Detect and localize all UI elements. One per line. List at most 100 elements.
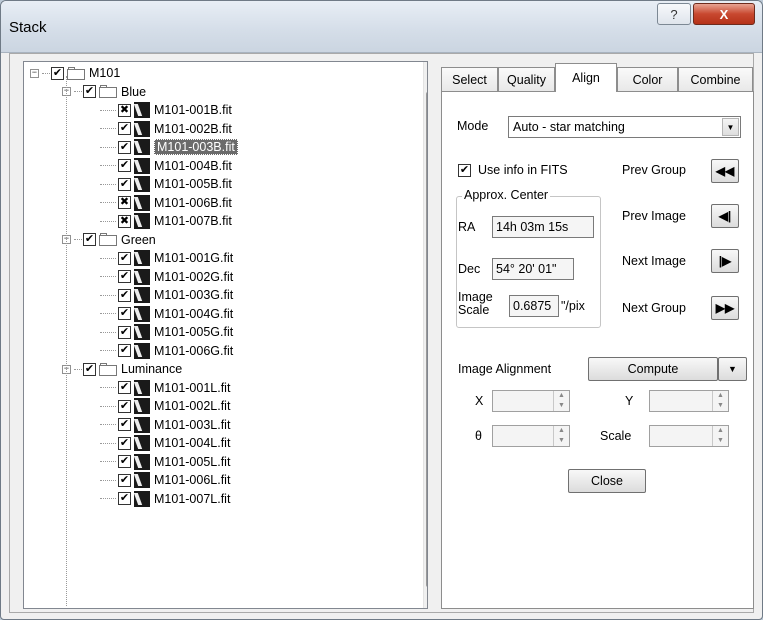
spinner-arrows-icon[interactable]: ▲ ▼ bbox=[553, 426, 569, 446]
scroll-up-arrow-icon[interactable]: ▲ bbox=[427, 66, 428, 76]
collapse-toggle-icon[interactable]: − bbox=[30, 68, 39, 78]
tree-node-file[interactable]: ✔ M101-005G.fit bbox=[100, 323, 233, 341]
file-tree[interactable]: − ✔ M101− ✔ Blue ✖ M101-001B.fit ✔ M101-002B.fit… bbox=[23, 61, 428, 609]
checked-checkbox[interactable]: ✔ bbox=[118, 455, 131, 468]
checked-checkbox[interactable]: ✔ bbox=[118, 288, 131, 302]
mode-select-value: Auto - star matching bbox=[513, 120, 625, 134]
group-label: Blue bbox=[121, 84, 147, 99]
checked-checkbox[interactable]: ✔ bbox=[83, 362, 96, 376]
theta-spinner[interactable]: ▲ ▼ bbox=[492, 425, 570, 447]
checked-checkbox[interactable]: ✔ bbox=[118, 140, 131, 154]
prev-group-button[interactable]: ◀◀ bbox=[711, 159, 739, 183]
folder-icon bbox=[99, 85, 117, 98]
chevron-down-icon: ▼ bbox=[728, 364, 737, 374]
checked-checkbox[interactable]: ✔ bbox=[118, 381, 131, 394]
checked-checkbox[interactable]: ✔ bbox=[118, 325, 131, 339]
step-back-icon: ◀| bbox=[718, 209, 732, 223]
spinner-arrows-icon[interactable]: ▲ ▼ bbox=[712, 391, 728, 411]
file-label: M101-002B.fit bbox=[154, 121, 232, 136]
tree-node-label: M101 bbox=[89, 66, 121, 80]
tab-combine[interactable]: Combine bbox=[678, 67, 753, 91]
checked-checkbox[interactable]: ✔ bbox=[83, 233, 96, 246]
tree-node-file[interactable]: ✔ M101-003G.fit bbox=[100, 286, 233, 304]
tree-node-file[interactable]: ✔ M101-001L.fit bbox=[100, 379, 230, 397]
checked-checkbox[interactable]: ✔ bbox=[118, 492, 131, 505]
scale-spinner[interactable]: ▲ ▼ bbox=[649, 425, 729, 447]
tree-node-file[interactable]: ✖ M101-001B.fit bbox=[100, 101, 232, 119]
tree-node-file[interactable]: ✔ M101-004B.fit bbox=[100, 157, 232, 175]
image-alignment-label: Image Alignment bbox=[458, 362, 552, 376]
tree-node-file[interactable]: ✔ M101-006L.fit bbox=[100, 471, 230, 489]
ra-field[interactable]: 14h 03m 15s bbox=[492, 216, 594, 238]
x-spinner[interactable]: ▲ ▼ bbox=[492, 390, 570, 412]
tree-node-group[interactable]: − ✔ Luminance bbox=[62, 360, 182, 378]
checked-checkbox[interactable]: ✔ bbox=[118, 270, 131, 283]
file-label: M101-006G.fit bbox=[154, 343, 234, 358]
tree-node-file[interactable]: ✔ M101-003B.fit bbox=[100, 138, 238, 156]
tree-node-file[interactable]: ✔ M101-003L.fit bbox=[100, 416, 230, 434]
excluded-checkbox[interactable]: ✖ bbox=[118, 103, 131, 117]
help-button[interactable]: ? bbox=[657, 3, 691, 25]
spinner-arrows-icon[interactable]: ▲ ▼ bbox=[712, 426, 728, 446]
file-label: M101-003B.fit bbox=[154, 139, 238, 155]
scale-field[interactable]: 0.6875 bbox=[509, 295, 559, 317]
checked-checkbox[interactable]: ✔ bbox=[118, 177, 131, 191]
checked-checkbox[interactable]: ✔ bbox=[51, 66, 64, 80]
dec-field[interactable]: 54° 20' 01" bbox=[492, 258, 574, 280]
excluded-checkbox[interactable]: ✖ bbox=[118, 214, 131, 228]
tree-node-file[interactable]: ✔ M101-001G.fit bbox=[100, 249, 233, 267]
mode-select[interactable]: Auto - star matching ▼ bbox=[508, 116, 741, 138]
file-label: M101-005B.fit bbox=[154, 177, 232, 191]
scroll-thumb[interactable] bbox=[426, 92, 427, 587]
checked-checkbox[interactable]: ✔ bbox=[118, 418, 131, 431]
tab-color[interactable]: Color bbox=[617, 67, 678, 91]
tree-node-file[interactable]: ✔ M101-004L.fit bbox=[100, 434, 230, 452]
tree-node-file[interactable]: ✔ M101-002G.fit bbox=[100, 268, 233, 286]
tree-node-file[interactable]: ✔ M101-007L.fit bbox=[100, 490, 230, 508]
checked-checkbox[interactable]: ✔ bbox=[118, 251, 131, 265]
file-label: M101-005L.fit bbox=[154, 454, 231, 469]
prev-group-label: Prev Group bbox=[622, 163, 686, 177]
next-group-button[interactable]: ▶▶ bbox=[711, 296, 739, 320]
compute-button[interactable]: Compute bbox=[588, 357, 718, 381]
close-button[interactable]: Close bbox=[568, 469, 646, 493]
tree-node-file[interactable]: ✔ M101-002L.fit bbox=[100, 397, 230, 415]
tree-node-file[interactable]: ✔ M101-005L.fit bbox=[100, 453, 230, 471]
checked-checkbox[interactable]: ✔ bbox=[118, 159, 131, 172]
excluded-checkbox[interactable]: ✖ bbox=[118, 196, 131, 209]
checked-checkbox[interactable]: ✔ bbox=[83, 85, 96, 98]
use-info-checkbox[interactable]: ✔ bbox=[458, 163, 471, 177]
scroll-down-arrow-icon[interactable]: ▼ bbox=[427, 592, 428, 602]
file-label: M101-002L.fit bbox=[154, 399, 231, 413]
tab-align[interactable]: Align bbox=[555, 63, 617, 92]
checked-checkbox[interactable]: ✔ bbox=[118, 399, 131, 413]
tree-node-file[interactable]: ✖ M101-007B.fit bbox=[100, 212, 232, 230]
fits-image-icon bbox=[134, 157, 150, 174]
checked-checkbox[interactable]: ✔ bbox=[118, 307, 131, 320]
tab-select[interactable]: Select bbox=[441, 67, 498, 91]
compute-dropdown-button[interactable]: ▼ bbox=[718, 357, 747, 381]
tab-select-label: Select bbox=[452, 72, 487, 87]
prev-image-button[interactable]: ◀| bbox=[711, 204, 739, 228]
checked-checkbox[interactable]: ✔ bbox=[118, 436, 131, 450]
checked-checkbox[interactable]: ✔ bbox=[118, 122, 131, 135]
tree-node-file[interactable]: ✔ M101-002B.fit bbox=[100, 120, 232, 138]
tree-node-file[interactable]: ✔ M101-004G.fit bbox=[100, 305, 233, 323]
checked-checkbox[interactable]: ✔ bbox=[118, 473, 131, 487]
tree-node-file[interactable]: ✖ M101-006B.fit bbox=[100, 194, 232, 212]
tree-node-file[interactable]: ✔ M101-005B.fit bbox=[100, 175, 232, 193]
fits-image-icon bbox=[134, 490, 150, 507]
tree-node-root[interactable]: − ✔ M101 bbox=[30, 64, 120, 82]
rewind-icon: ◀◀ bbox=[715, 164, 735, 178]
tree-node-file[interactable]: ✔ M101-006G.fit bbox=[100, 342, 233, 360]
close-window-button[interactable]: X bbox=[693, 3, 755, 25]
next-image-button[interactable]: |▶ bbox=[711, 249, 739, 273]
tab-quality[interactable]: Quality bbox=[498, 67, 555, 91]
tree-node-group[interactable]: − ✔ Blue bbox=[62, 83, 146, 101]
tree-scrollbar[interactable]: ▲ ——— ▼ bbox=[423, 62, 428, 608]
tree-node-group[interactable]: − ✔ Green bbox=[62, 231, 156, 249]
y-spinner[interactable]: ▲ ▼ bbox=[649, 390, 729, 412]
folder-icon bbox=[67, 66, 85, 80]
checked-checkbox[interactable]: ✔ bbox=[118, 344, 131, 357]
spinner-arrows-icon[interactable]: ▲ ▼ bbox=[553, 391, 569, 411]
